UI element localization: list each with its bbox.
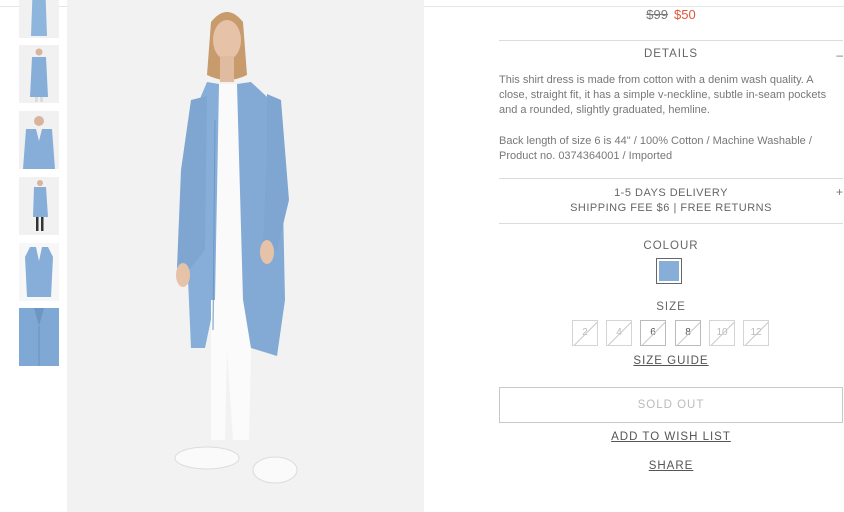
price: $99 $50 (499, 7, 843, 22)
thumbnail-5[interactable] (19, 243, 59, 301)
delivery-time: 1-5 DAYS DELIVERY (614, 187, 728, 199)
details-title: DETAILS (643, 48, 699, 60)
product-description: This shirt dress is made from cotton wit… (499, 74, 827, 116)
sale-price: $50 (674, 7, 696, 22)
product-specs: Back length of size 6 is 44" / 100% Cott… (499, 135, 812, 162)
details-heading[interactable]: DETAILS (499, 48, 843, 60)
wish-list-link[interactable]: ADD TO WISH LIST (499, 431, 843, 443)
sold-out-button[interactable]: SOLD OUT (499, 387, 843, 423)
swatch-fill (659, 261, 679, 281)
size-option-10[interactable]: 10 (709, 320, 735, 346)
divider (499, 223, 843, 224)
collapse-icon[interactable]: – (836, 48, 843, 62)
colour-label: COLOUR (643, 240, 699, 252)
size-guide-text[interactable]: SIZE GUIDE (633, 355, 708, 367)
size-option-4[interactable]: 4 (606, 320, 632, 346)
thumbnail-1[interactable] (19, 0, 59, 38)
divider (499, 178, 843, 179)
thumbnail-2[interactable] (19, 45, 59, 103)
size-option-2[interactable]: 2 (572, 320, 598, 346)
product-image (67, 0, 424, 512)
share-link[interactable]: SHARE (499, 460, 843, 472)
shipping-fee: SHIPPING FEE $6 | FREE RETURNS (570, 202, 772, 214)
wish-list-text[interactable]: ADD TO WISH LIST (611, 431, 731, 443)
original-price: $99 (646, 7, 668, 22)
thumbnail-4[interactable] (19, 177, 59, 235)
size-option-8[interactable]: 8 (675, 320, 701, 346)
share-text[interactable]: SHARE (649, 460, 694, 472)
thumbnail-6[interactable] (19, 308, 59, 366)
delivery-info[interactable]: 1-5 DAYS DELIVERY SHIPPING FEE $6 | FREE… (499, 186, 843, 216)
size-guide-link[interactable]: SIZE GUIDE (499, 355, 843, 367)
colour-swatch-blue[interactable] (656, 258, 682, 284)
size-option-6[interactable]: 6 (640, 320, 666, 346)
expand-icon[interactable]: + (836, 185, 843, 199)
thumbnail-3[interactable] (19, 111, 59, 169)
size-label: SIZE (656, 301, 686, 313)
size-option-12[interactable]: 12 (743, 320, 769, 346)
divider (499, 40, 843, 41)
